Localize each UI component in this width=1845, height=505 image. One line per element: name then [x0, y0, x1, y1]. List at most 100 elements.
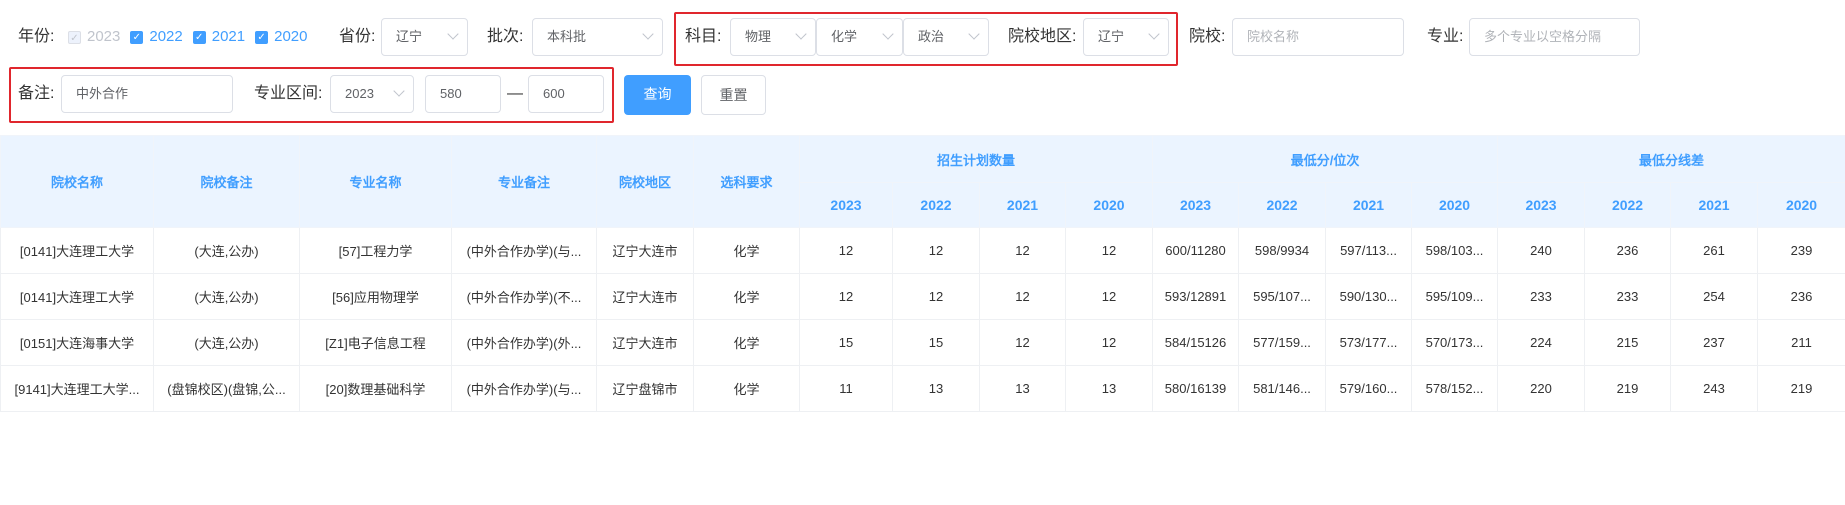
subject-select-3[interactable]: 政治	[903, 18, 989, 56]
header-school-region: 院校地区	[596, 135, 694, 228]
province-value: 辽宁	[396, 29, 423, 44]
table-cell: 220	[1497, 365, 1586, 412]
table-row[interactable]: [0151]大连海事大学 (大连,公办) [Z1]电子信息工程 (中外合作办学)(外.…	[0, 319, 1845, 366]
table-cell: [20]数理基础科学	[299, 365, 452, 412]
table-cell: 224	[1497, 319, 1586, 366]
table-cell: 598/9934	[1238, 227, 1327, 274]
table-cell: 13	[892, 365, 980, 412]
chevron-down-icon	[797, 19, 805, 55]
table-cell: [Z1]电子信息工程	[299, 319, 452, 366]
batch-label: 批次:	[487, 28, 524, 45]
table-cell: 573/177...	[1325, 319, 1413, 366]
table-cell: 辽宁大连市	[596, 319, 694, 366]
chevron-down-icon	[644, 19, 652, 55]
check-icon: ✓	[68, 30, 81, 44]
chevron-down-icon	[884, 19, 892, 55]
table-cell: 240	[1497, 227, 1586, 274]
table-cell: [0141]大连理工大学	[0, 273, 154, 320]
table-cell: 12	[892, 227, 980, 274]
range-min-input[interactable]: 580	[425, 75, 501, 113]
table-cell: (中外合作办学)(外...	[451, 319, 597, 366]
table-row[interactable]: [0141]大连理工大学 (大连,公办) [57]工程力学 (中外合作办学)(与...…	[0, 227, 1845, 274]
header-year: 2020	[1411, 182, 1499, 228]
school-label: 院校:	[1189, 28, 1226, 45]
table-cell: [56]应用物理学	[299, 273, 452, 320]
table-cell: 579/160...	[1325, 365, 1413, 412]
table-row[interactable]: [0141]大连理工大学 (大连,公办) [56]应用物理学 (中外合作办学)(不..…	[0, 273, 1845, 320]
year-checkbox-2021[interactable]: ✓ 2021	[192, 19, 246, 55]
table-cell: 12	[979, 319, 1066, 366]
province-select[interactable]: 辽宁	[381, 18, 468, 56]
table-cell: 590/130...	[1325, 273, 1413, 320]
table-cell: 化学	[693, 227, 800, 274]
range-max-input[interactable]: 600	[528, 75, 604, 113]
table-cell: 12	[1064, 319, 1154, 366]
table-cell: 593/12891	[1152, 273, 1240, 320]
table-cell: 215	[1584, 319, 1672, 366]
header-subject-req: 选科要求	[693, 135, 800, 228]
table-cell: 600/11280	[1152, 227, 1240, 274]
year-checkbox-2022[interactable]: ✓ 2022	[130, 19, 183, 55]
search-button[interactable]: 查询	[624, 75, 691, 115]
year-label-text: 2021	[211, 28, 246, 45]
school-input[interactable]: 院校名称	[1232, 18, 1404, 56]
table-cell: 236	[1757, 273, 1845, 320]
subject-select-2[interactable]: 化学	[816, 18, 903, 56]
table-cell: 12	[1064, 227, 1154, 274]
subject-label: 科目:	[685, 28, 722, 45]
table-cell: 化学	[693, 273, 800, 320]
table-cell: 584/15126	[1152, 319, 1240, 366]
table-cell: 219	[1584, 365, 1672, 412]
table-cell: 辽宁盘锦市	[596, 365, 694, 412]
note-label: 备注:	[18, 85, 55, 102]
table-cell: 239	[1757, 227, 1845, 274]
header-year: 2022	[1584, 182, 1672, 228]
table-cell: [0151]大连海事大学	[0, 319, 154, 366]
note-input[interactable]: 中外合作	[61, 75, 233, 113]
range-year-select[interactable]: 2023	[330, 75, 414, 113]
table-cell: 578/152...	[1411, 365, 1499, 412]
table-cell: 13	[979, 365, 1066, 412]
table-cell: 595/109...	[1411, 273, 1499, 320]
subject-select-1[interactable]: 物理	[730, 18, 816, 56]
table-cell: 237	[1670, 319, 1759, 366]
table-cell: (中外合作办学)(与...	[451, 365, 597, 412]
check-icon: ✓	[255, 30, 269, 44]
major-input[interactable]: 多个专业以空格分隔	[1469, 18, 1640, 56]
batch-select[interactable]: 本科批	[532, 18, 663, 56]
table-cell: 12	[799, 273, 893, 320]
table-cell: 辽宁大连市	[596, 227, 694, 274]
header-year: 2021	[1325, 182, 1413, 228]
table-cell: 13	[1064, 365, 1154, 412]
table-cell: 12	[979, 227, 1066, 274]
header-major-note: 专业备注	[451, 135, 597, 228]
range-year-value: 2023	[345, 86, 374, 101]
table-cell: 597/113...	[1325, 227, 1413, 274]
table-cell: (盘锦校区)(盘锦,公...	[153, 365, 300, 412]
table-cell: [0141]大连理工大学	[0, 227, 154, 274]
table-cell: 580/16139	[1152, 365, 1240, 412]
header-year: 2020	[1064, 182, 1154, 228]
header-group-plan: 招生计划数量	[798, 135, 1154, 183]
year-checkbox-2023[interactable]: ✓ 2023	[68, 19, 120, 55]
header-school-name: 院校名称	[0, 135, 154, 228]
table-cell: 577/159...	[1238, 319, 1327, 366]
region-select[interactable]: 辽宁	[1083, 18, 1169, 56]
subject-value: 物理	[745, 29, 772, 44]
check-icon: ✓	[192, 30, 206, 44]
table-row[interactable]: [9141]大连理工大学... (盘锦校区)(盘锦,公... [20]数理基础科学(…	[0, 365, 1845, 412]
subject-value: 化学	[831, 29, 858, 44]
header-year: 2022	[892, 182, 980, 228]
year-checkbox-2020[interactable]: ✓ 2020	[255, 19, 308, 55]
results-table: 院校名称 院校备注 专业名称 专业备注 院校地区 选科要求 招生计划数量 最低分…	[0, 135, 1845, 412]
major-label: 专业:	[1427, 28, 1464, 45]
table-cell: 辽宁大连市	[596, 273, 694, 320]
table-cell: (中外合作办学)(与...	[451, 227, 597, 274]
reset-button[interactable]: 重置	[701, 75, 766, 115]
table-cell: [57]工程力学	[299, 227, 452, 274]
subject-value: 政治	[918, 29, 945, 44]
header-group-min-score: 最低分/位次	[1152, 135, 1499, 183]
region-value: 辽宁	[1098, 29, 1125, 44]
table-cell: 211	[1757, 319, 1845, 366]
table-cell: (大连,公办)	[153, 319, 300, 366]
